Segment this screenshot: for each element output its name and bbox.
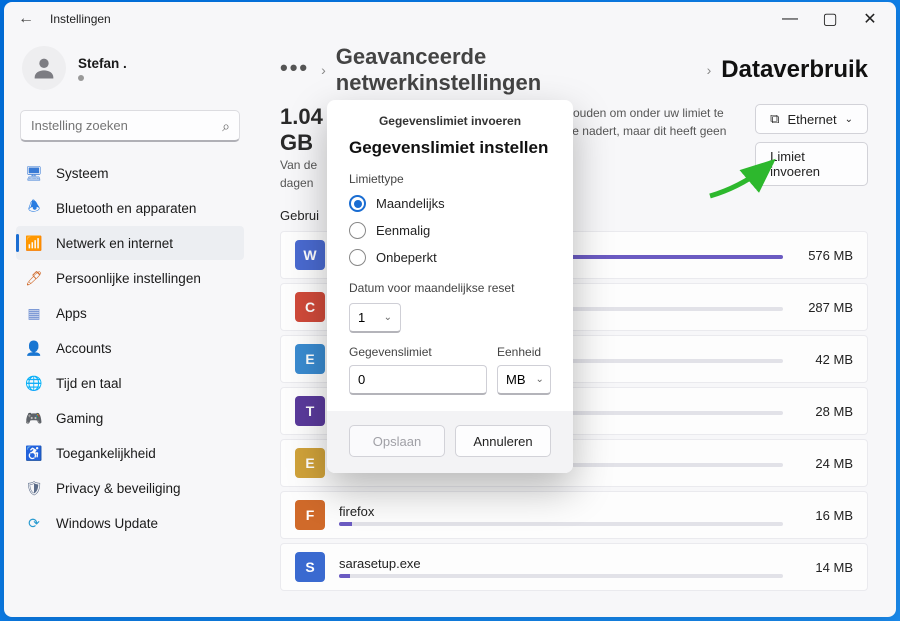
reset-date-select[interactable]: 1 ⌄ bbox=[349, 303, 401, 333]
dialog-pretitle: Gegevenslimiet invoeren bbox=[327, 100, 573, 128]
data-limit-label: Gegevenslimiet bbox=[349, 345, 487, 359]
radio-option[interactable]: Maandelijks bbox=[349, 190, 551, 217]
chevron-down-icon: ⌄ bbox=[384, 312, 392, 323]
limit-type-group: Maandelijks Eenmalig Onbeperkt bbox=[327, 190, 573, 271]
radio-icon bbox=[349, 222, 366, 239]
radio-option[interactable]: Onbeperkt bbox=[349, 244, 551, 271]
radio-label: Onbeperkt bbox=[376, 250, 437, 265]
reset-date-label: Datum voor maandelijkse reset bbox=[327, 271, 573, 299]
radio-label: Maandelijks bbox=[376, 196, 445, 211]
data-limit-input[interactable]: 0 bbox=[349, 365, 487, 395]
limit-type-label: Limiettype bbox=[327, 162, 573, 190]
radio-option[interactable]: Eenmalig bbox=[349, 217, 551, 244]
dialog-title: Gegevenslimiet instellen bbox=[327, 128, 573, 162]
unit-select[interactable]: MB ⌄ bbox=[497, 365, 551, 395]
chevron-down-icon: ⌄ bbox=[536, 374, 544, 385]
save-button[interactable]: Opslaan bbox=[349, 425, 445, 457]
modal-overlay: Gegevenslimiet invoeren Gegevenslimiet i… bbox=[0, 0, 900, 621]
radio-label: Eenmalig bbox=[376, 223, 430, 238]
unit-label: Eenheid bbox=[497, 345, 551, 359]
radio-icon bbox=[349, 249, 366, 266]
cancel-button[interactable]: Annuleren bbox=[455, 425, 551, 457]
data-limit-dialog: Gegevenslimiet invoeren Gegevenslimiet i… bbox=[327, 100, 573, 473]
radio-icon bbox=[349, 195, 366, 212]
